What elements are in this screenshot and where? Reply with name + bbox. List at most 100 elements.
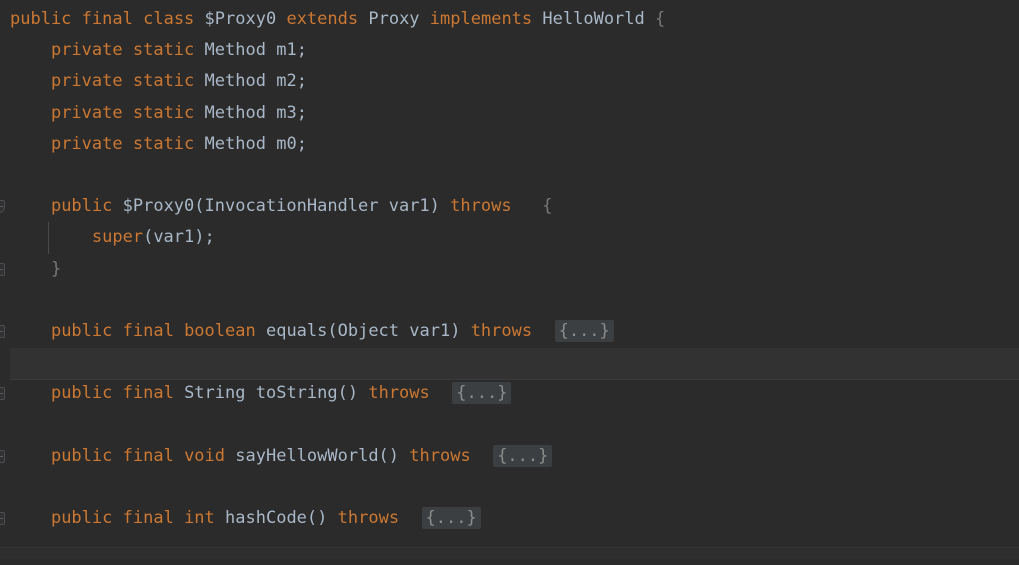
code-token: final	[122, 383, 174, 404]
folded-block-placeholder[interactable]: {...}	[452, 382, 512, 405]
code-token: {	[655, 9, 666, 29]
code-editor[interactable]: public final class $Proxy0 extends Proxy…	[0, 0, 1019, 559]
code-token: HelloWorld	[542, 9, 645, 29]
code-token: static	[132, 133, 195, 154]
code-token: equals(Object var1)	[265, 320, 461, 341]
code-line[interactable]: public final int hashCode() throws {...}	[0, 503, 1019, 534]
code-content[interactable]: public final class $Proxy0 extends Proxy…	[0, 4, 1019, 565]
code-line[interactable]	[0, 409, 1019, 440]
code-line[interactable]: public final String toString() throws {.…	[0, 378, 1019, 409]
code-token: throws	[450, 196, 512, 217]
code-line[interactable]: public final void sayHellowWorld() throw…	[0, 441, 1019, 472]
code-token: static	[132, 71, 195, 92]
indent-guide	[48, 222, 49, 254]
code-token: private	[50, 40, 123, 61]
code-token: hashCode()	[225, 508, 328, 528]
code-token: static	[132, 40, 195, 61]
code-token: Method	[204, 133, 266, 154]
code-line[interactable]	[0, 347, 1019, 378]
code-line[interactable]: public final boolean equals(Object var1)…	[0, 316, 1019, 347]
code-token: final	[122, 508, 174, 528]
code-line[interactable]	[0, 160, 1019, 191]
code-line[interactable]: super(var1);	[0, 222, 1019, 254]
code-line[interactable]	[0, 285, 1019, 316]
code-token: String	[184, 383, 246, 404]
code-line[interactable]: public final class $Proxy0 extends Proxy…	[0, 4, 1019, 35]
code-token: void	[184, 445, 226, 466]
code-line[interactable]: private static Method m0;	[0, 129, 1019, 160]
code-token: ;	[296, 133, 307, 154]
folded-block-placeholder[interactable]: {...}	[421, 507, 481, 529]
code-token: public	[50, 445, 113, 466]
code-token: m1	[276, 40, 297, 61]
code-line[interactable]	[0, 472, 1019, 503]
code-token: private	[50, 71, 123, 92]
code-token: (var1)	[143, 227, 205, 248]
code-token: boolean	[184, 320, 256, 341]
code-line[interactable]: private static Method m3;	[0, 98, 1019, 129]
editor-bottom-separator	[0, 547, 1019, 559]
code-token: private	[50, 133, 123, 154]
code-token: public	[50, 383, 113, 404]
code-line[interactable]: public $Proxy0(InvocationHandler var1) t…	[0, 191, 1019, 222]
code-token: throws	[409, 445, 471, 466]
folded-block-placeholder[interactable]: {...}	[554, 319, 614, 342]
code-token: int	[184, 508, 215, 528]
code-token: throws	[337, 508, 400, 528]
code-token: sayHellowWorld()	[235, 445, 400, 466]
code-token: Method	[204, 71, 266, 92]
code-token: Proxy	[368, 9, 420, 29]
code-token: static	[132, 102, 195, 123]
code-line[interactable]: }	[0, 254, 1019, 285]
code-token: extends	[286, 9, 359, 29]
code-token: toString()	[255, 383, 359, 404]
code-line[interactable]: private static Method m1;	[0, 35, 1019, 66]
code-token: $Proxy0	[204, 9, 277, 29]
code-token: final	[81, 9, 133, 29]
code-token: throws	[368, 383, 430, 404]
folded-block-placeholder[interactable]: {...}	[493, 444, 553, 467]
code-token: final	[122, 445, 174, 466]
code-token: ;	[296, 40, 307, 61]
code-token: super	[91, 227, 144, 248]
code-token: ;	[296, 71, 307, 92]
code-line[interactable]: private static Method m2;	[0, 66, 1019, 97]
code-token: }	[50, 258, 62, 279]
code-token: m3	[276, 102, 297, 123]
